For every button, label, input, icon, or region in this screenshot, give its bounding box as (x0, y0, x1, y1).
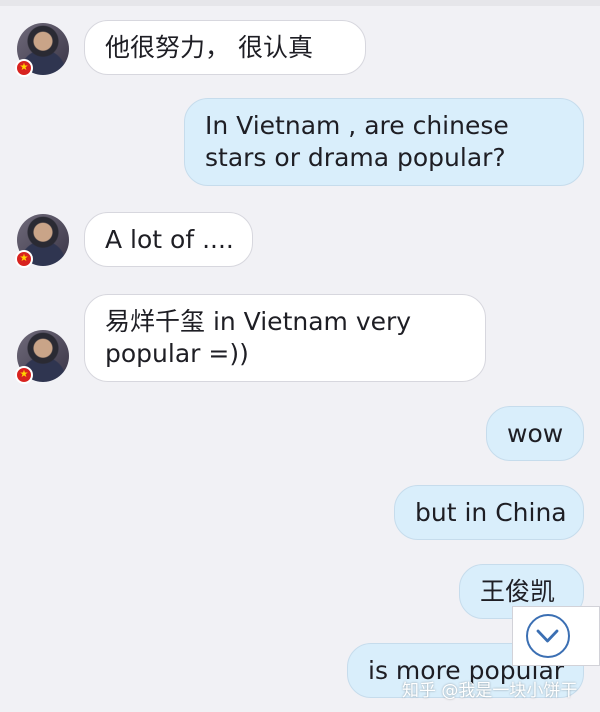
chevron-down-icon (526, 614, 570, 658)
star-icon: ★ (15, 59, 33, 77)
message-text: but in China (415, 498, 567, 527)
star-icon: ★ (15, 366, 33, 384)
contact-avatar[interactable]: ★ (15, 330, 69, 384)
message-text: wow (507, 419, 564, 448)
contact-avatar[interactable]: ★ (15, 214, 69, 268)
outgoing-message[interactable]: wow (486, 406, 584, 461)
message-text: 王俊凯 (480, 577, 556, 606)
message-text-line: 易烊千玺 in Vietnam very (105, 307, 412, 336)
scroll-to-bottom-button[interactable] (512, 606, 600, 666)
watermark: 知乎 @我是一块小饼干 (402, 681, 578, 701)
incoming-message[interactable]: 易烊千玺 in Vietnam very popular =)) (84, 294, 486, 382)
outgoing-message[interactable]: but in China (394, 485, 584, 540)
incoming-message[interactable]: 他很努力， 很认真 (84, 20, 366, 75)
star-icon: ★ (15, 250, 33, 268)
message-text: A lot of .... (105, 225, 234, 254)
message-text-line: In Vietnam , are chinese (205, 111, 509, 140)
top-divider (0, 0, 600, 6)
incoming-message[interactable]: A lot of .... (84, 212, 253, 267)
message-text: 他很努力， 很认真 (105, 33, 313, 62)
message-text-line: stars or drama popular? (205, 143, 506, 172)
contact-avatar[interactable]: ★ (15, 23, 69, 77)
message-text-line: popular =)) (105, 339, 249, 368)
outgoing-message[interactable]: In Vietnam , are chinese stars or drama … (184, 98, 584, 186)
